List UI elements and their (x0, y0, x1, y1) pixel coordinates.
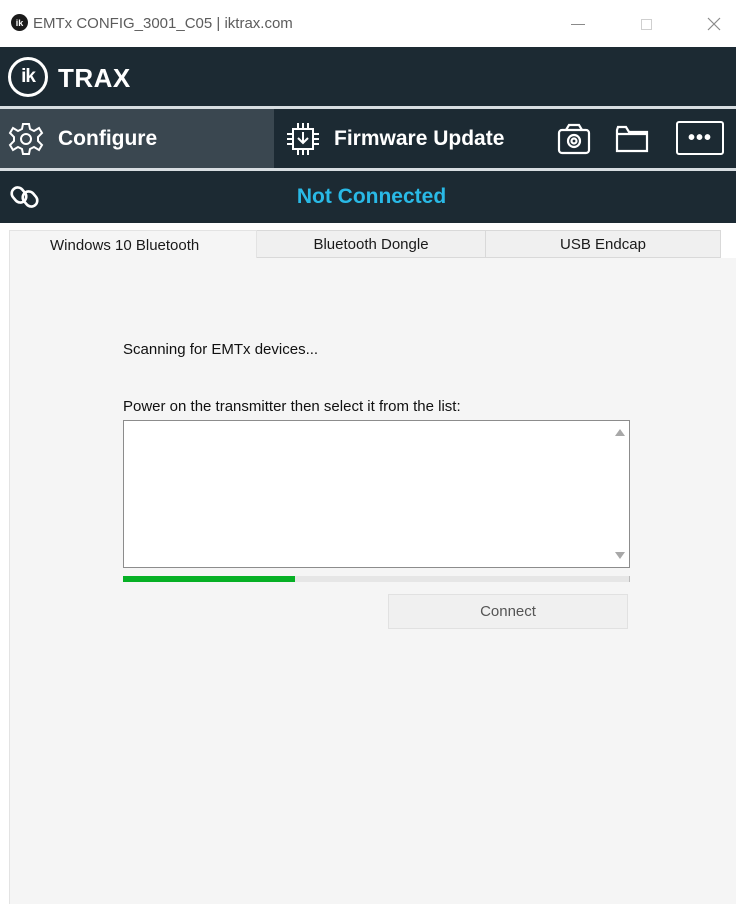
brand-name: TRAX (58, 63, 131, 93)
connection-status-text: Not Connected (296, 185, 447, 208)
folder-icon (615, 125, 649, 153)
app-logo-icon: ik (11, 14, 28, 31)
maximize-button[interactable] (626, 9, 666, 39)
camera-icon (557, 123, 591, 155)
camera-button[interactable] (556, 122, 592, 156)
connection-tabs: Bluetooth Dongle USB Endcap Windows 10 B… (9, 230, 721, 259)
firmware-update-button[interactable]: Firmware Update (284, 109, 504, 168)
chip-download-icon (287, 122, 319, 155)
main-toolbar: Configure Firmware Update ••• (0, 109, 736, 168)
close-icon (707, 17, 721, 31)
window-title: EMTx CONFIG_3001_C05 | iktrax.com (33, 15, 293, 32)
tab-usb-endcap[interactable]: USB Endcap (485, 230, 721, 258)
connect-button[interactable]: Connect (388, 594, 628, 629)
configure-label: Configure (58, 126, 158, 150)
gear-icon (8, 122, 44, 155)
window-titlebar: ik EMTx CONFIG_3001_C05 | iktrax.com (0, 0, 736, 47)
minimize-button[interactable] (558, 9, 598, 39)
device-list[interactable] (123, 420, 630, 568)
more-icon: ••• (687, 127, 712, 149)
scan-progress-fill (123, 576, 296, 582)
maximize-icon (640, 18, 652, 30)
tab-windows-10-bluetooth[interactable]: Windows 10 Bluetooth (9, 230, 257, 259)
ik-logo: ik (8, 57, 48, 97)
firmware-update-label: Firmware Update (334, 126, 505, 150)
brand-bar: ik TRAX (0, 47, 736, 107)
instruction-text: Power on the transmitter then select it … (123, 398, 461, 415)
connection-status-bar: Not Connected (0, 171, 736, 223)
close-button[interactable] (694, 9, 734, 39)
more-options-button[interactable]: ••• (676, 121, 724, 155)
configure-button[interactable]: Configure (0, 109, 274, 168)
folder-button[interactable] (614, 122, 650, 156)
device-list-scrollbar[interactable] (610, 421, 629, 567)
scan-progress-bar (123, 576, 630, 582)
minimize-icon (571, 23, 585, 25)
scroll-up-icon[interactable] (615, 429, 625, 436)
scroll-down-icon[interactable] (615, 552, 625, 559)
tab-bluetooth-dongle[interactable]: Bluetooth Dongle (256, 230, 486, 258)
scan-status-text: Scanning for EMTx devices... (123, 341, 319, 358)
